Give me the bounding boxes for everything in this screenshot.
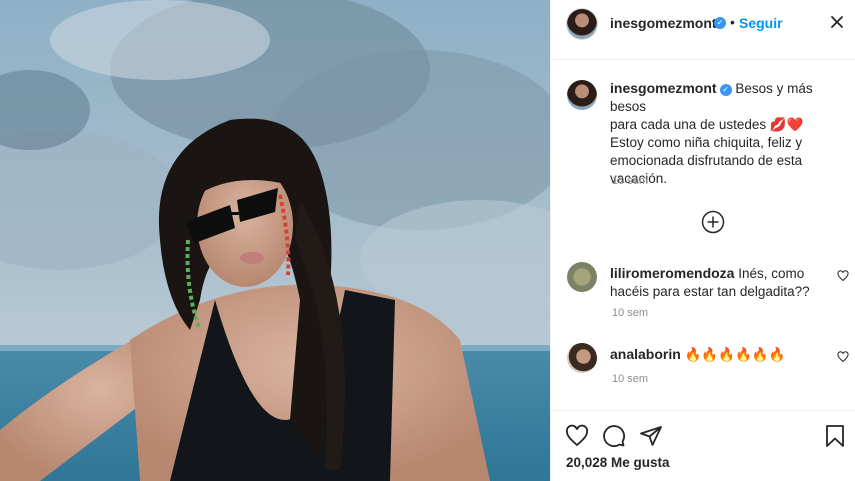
likes-count[interactable]: 20,028 Me gusta [566,455,670,470]
comment-timestamp[interactable]: 10 sem [612,307,648,319]
comment-body: 🔥🔥🔥🔥🔥🔥 [684,347,786,362]
verified-badge-icon: ✓ [719,84,732,96]
caption-text: inesgomezmont ✓ Besos y más besos para ca… [610,79,835,188]
caption-timestamp[interactable]: 10 sem [612,175,648,187]
commenter-avatar[interactable] [567,262,597,292]
comment-text: liliromeromendoza Inés, como hacéis para… [610,264,825,301]
commenter-avatar[interactable] [567,343,597,373]
caption-avatar[interactable] [567,80,597,110]
caption-line: emocionada disfrutando de esta [610,153,803,168]
caption-line: Estoy como niña chiquita, feliz y [610,135,803,150]
heart-icon[interactable] [837,351,849,363]
more-options-icon[interactable] [829,14,845,30]
follow-button[interactable]: Seguir [739,15,783,31]
heart-icon[interactable] [565,424,589,448]
comment-timestamp[interactable]: 10 sem [612,373,648,385]
heart-icon[interactable] [837,270,849,282]
share-icon[interactable] [639,424,663,448]
post-photo[interactable] [0,0,550,481]
caption-line: para cada una de ustedes 💋❤️ [610,117,804,132]
add-circle-icon[interactable] [701,210,725,234]
author-avatar[interactable] [567,9,597,39]
post-image [0,0,550,481]
commenter-username[interactable]: liliromeromendoza [610,265,734,281]
bookmark-icon[interactable] [823,424,847,448]
author-username[interactable]: inesgomezmont [610,15,717,31]
commenter-username[interactable]: analaborin [610,346,681,362]
comment-icon[interactable] [602,424,626,448]
header-separator: • [730,14,735,30]
comment-text: analaborin 🔥🔥🔥🔥🔥🔥 [610,345,825,364]
caption-username[interactable]: inesgomezmont [610,80,717,96]
post-actions-bar: 20,028 Me gusta [551,410,855,481]
verified-badge-icon: ✓ [714,17,726,29]
post-header: inesgomezmont ✓ • Seguir [551,0,855,60]
post-details-panel: inesgomezmont ✓ • Seguir inesgomezmont ✓ … [550,0,855,481]
